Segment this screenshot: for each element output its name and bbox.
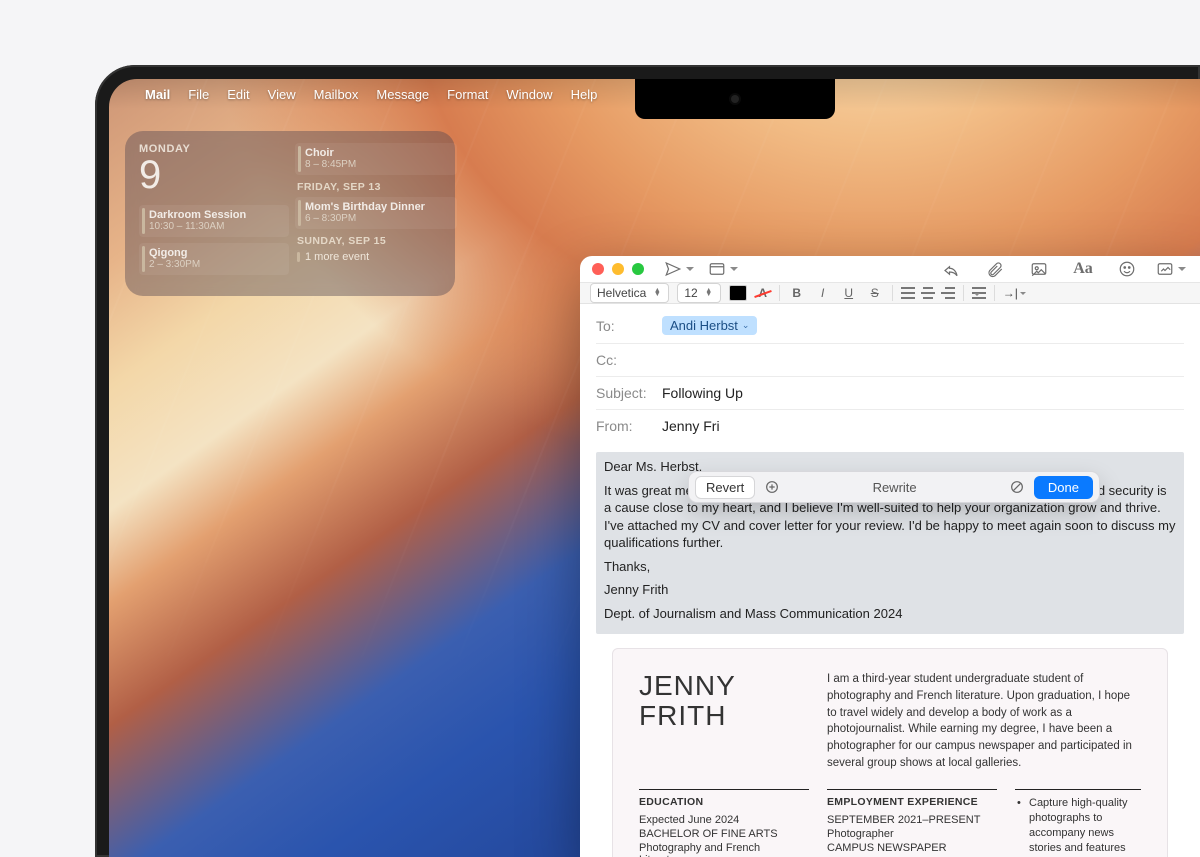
widget-daynum: 9 xyxy=(139,155,289,195)
subject-field[interactable]: Following Up xyxy=(662,385,743,401)
calendar-widget[interactable]: MONDAY 9 Darkroom Session 10:30 – 11:30A… xyxy=(125,131,455,296)
menu-mailbox[interactable]: Mailbox xyxy=(314,87,359,102)
window-controls xyxy=(592,263,644,275)
laptop-bezel: Mail File Edit View Mailbox Message Form… xyxy=(95,65,1200,857)
cc-label: Cc: xyxy=(596,352,654,368)
email-sig-name: Jenny Frith xyxy=(604,581,1176,599)
cv-education: EDUCATION Expected June 2024 BACHELOR OF… xyxy=(639,789,809,857)
widget-event[interactable]: Mom's Birthday Dinner 6 – 8:30PM xyxy=(295,197,457,229)
indent-button[interactable]: →| xyxy=(1003,286,1026,300)
event-title: Qigong xyxy=(149,247,281,259)
cv-bullets: Capture high-quality photographs to acco… xyxy=(1015,789,1141,857)
font-family-value: Helvetica xyxy=(597,286,646,300)
from-field[interactable]: Jenny Fri xyxy=(662,418,720,434)
list-button[interactable] xyxy=(972,287,986,299)
attach-icon[interactable] xyxy=(978,256,1012,282)
done-button[interactable]: Done xyxy=(1034,476,1093,499)
widget-date-header: FRIDAY, SEP 13 xyxy=(297,181,457,193)
header-fields-button[interactable] xyxy=(706,256,740,282)
bold-button[interactable]: B xyxy=(788,286,806,300)
format-bar: Helvetica ▲▼ 12 ▲▼ A B I U S xyxy=(580,283,1200,304)
compose-body[interactable]: Dear Ms. Herbst, It was great meeting fo… xyxy=(580,442,1200,857)
cv-attachment[interactable]: JENNY FRITH I am a third-year student un… xyxy=(612,648,1168,857)
reply-icon[interactable] xyxy=(934,256,968,282)
menu-file[interactable]: File xyxy=(188,87,209,102)
to-label: To: xyxy=(596,318,654,334)
menu-message[interactable]: Message xyxy=(376,87,429,102)
align-center-icon[interactable] xyxy=(921,287,935,299)
photo-icon[interactable] xyxy=(1022,256,1056,282)
camera-dot xyxy=(731,95,739,103)
widget-more-events[interactable]: 1 more event xyxy=(295,251,457,263)
widget-event[interactable]: Darkroom Session 10:30 – 11:30AM xyxy=(139,205,289,237)
email-sig-dept: Dept. of Journalism and Mass Communicati… xyxy=(604,605,1176,623)
strike-button[interactable]: S xyxy=(866,286,884,300)
recipient-name: Andi Herbst xyxy=(670,318,738,333)
text-color-swatch[interactable] xyxy=(729,285,747,301)
recipient-chip[interactable]: Andi Herbst ⌄ xyxy=(662,316,757,335)
compose-headers: To: Andi Herbst ⌄ Cc: Subject: Following… xyxy=(580,304,1200,442)
menu-app[interactable]: Mail xyxy=(145,87,170,102)
close-button[interactable] xyxy=(592,263,604,275)
underline-button[interactable]: U xyxy=(840,286,858,300)
align-right-icon[interactable] xyxy=(941,287,955,299)
subject-label: Subject: xyxy=(596,385,654,401)
widget-event[interactable]: Choir 8 – 8:45PM xyxy=(295,143,457,175)
zoom-button[interactable] xyxy=(632,263,644,275)
clear-style-icon[interactable]: A xyxy=(755,286,771,300)
window-titlebar[interactable]: Aa xyxy=(580,256,1200,283)
from-label: From: xyxy=(596,418,654,434)
minimize-button[interactable] xyxy=(612,263,624,275)
menu-edit[interactable]: Edit xyxy=(227,87,249,102)
menu-help[interactable]: Help xyxy=(571,87,598,102)
mail-compose-window: Aa Helvetica ▲▼ 12 ▲▼ A B I U S xyxy=(580,256,1200,857)
align-left-icon[interactable] xyxy=(901,287,915,299)
widget-date-header: SUNDAY, SEP 15 xyxy=(297,235,457,247)
menu-view[interactable]: View xyxy=(268,87,296,102)
widget-event[interactable]: Qigong 2 – 3:30PM xyxy=(139,243,289,275)
event-time: 10:30 – 11:30AM xyxy=(149,221,281,232)
cv-bio: I am a third-year student undergraduate … xyxy=(827,671,1141,771)
event-title: Mom's Birthday Dinner xyxy=(305,201,449,213)
cv-name: JENNY FRITH xyxy=(639,671,809,771)
revert-button[interactable]: Revert xyxy=(695,476,755,499)
popover-title: Rewrite xyxy=(789,480,1000,495)
cancel-icon[interactable] xyxy=(1006,476,1028,498)
chevron-down-icon[interactable]: ⌄ xyxy=(742,320,750,331)
italic-button[interactable]: I xyxy=(814,286,832,300)
desktop: Mail File Edit View Mailbox Message Form… xyxy=(109,79,1200,857)
rewrite-popover: Revert Rewrite Done xyxy=(688,471,1100,503)
media-browser-icon[interactable] xyxy=(1154,256,1188,282)
event-time: 8 – 8:45PM xyxy=(305,159,449,170)
send-button[interactable] xyxy=(662,256,696,282)
font-size-select[interactable]: 12 ▲▼ xyxy=(677,283,720,303)
cv-employment: EMPLOYMENT EXPERIENCE SEPTEMBER 2021–PRE… xyxy=(827,789,997,857)
font-size-value: 12 xyxy=(684,286,697,300)
menu-format[interactable]: Format xyxy=(447,87,488,102)
widget-dayname: MONDAY xyxy=(139,143,289,155)
email-thanks: Thanks, xyxy=(604,558,1176,576)
format-icon[interactable]: Aa xyxy=(1066,256,1100,282)
event-title: Darkroom Session xyxy=(149,209,281,221)
event-time: 2 – 3:30PM xyxy=(149,259,281,270)
emoji-icon[interactable] xyxy=(1110,256,1144,282)
menu-window[interactable]: Window xyxy=(506,87,552,102)
rewrite-options-icon[interactable] xyxy=(761,476,783,498)
event-time: 6 – 8:30PM xyxy=(305,213,449,224)
display-notch xyxy=(635,79,835,119)
event-title: Choir xyxy=(305,147,449,159)
font-family-select[interactable]: Helvetica ▲▼ xyxy=(590,283,669,303)
